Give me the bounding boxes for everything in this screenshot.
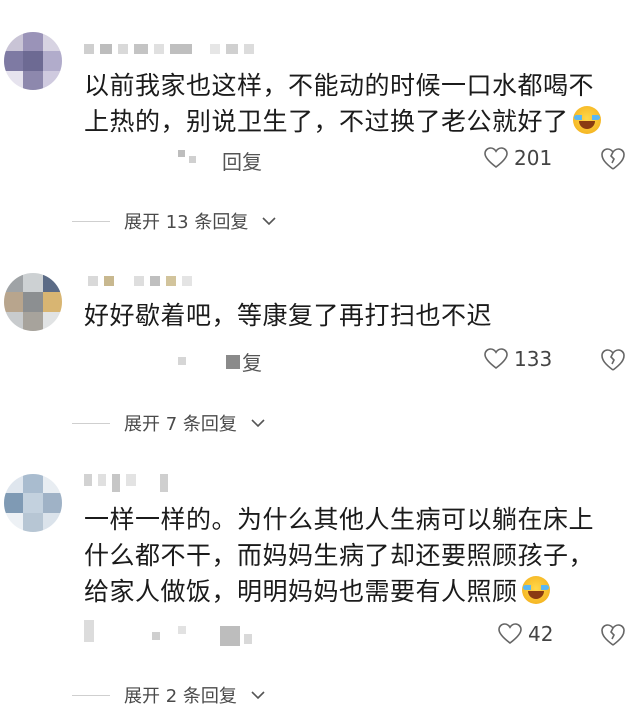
broken-heart-icon[interactable] [600,147,626,171]
like-button[interactable]: 42 [498,622,553,646]
like-count: 42 [528,622,554,646]
laughing-crying-emoji-icon [521,576,550,604]
like-count: 133 [514,347,553,371]
comment-item: 一样一样的。为什么其他人生病可以躺在床上什么都不干，而妈妈生病了却还要照顾孩子，… [0,450,640,707]
expand-replies[interactable]: 展开 13 条回复 [72,208,276,234]
username-pixelated[interactable] [84,474,168,492]
like-count: 201 [514,146,553,170]
divider-line [72,422,110,424]
timestamp-pixelated [178,150,196,163]
timestamp-pixelated [178,357,186,365]
heart-outline-icon [498,623,522,645]
comment-text-body: 一样一样的。为什么其他人生病可以躺在床上什么都不干，而妈妈生病了却还要照顾孩子，… [84,505,595,606]
heart-outline-icon [484,348,508,370]
comment-text: 好好歇着吧，等康复了再打扫也不迟 [84,298,614,334]
comment-text-body: 好好歇着吧，等康复了再打扫也不迟 [84,301,493,330]
username-pixelated[interactable] [88,276,192,286]
reply-pixelated [226,354,240,369]
chevron-down-icon [251,691,265,700]
username-pixelated[interactable] [84,44,254,54]
comment-item: 以前我家也这样，不能动的时候一口水都喝不上热的，别说卫生了，不过换了老公就好了 … [0,0,640,250]
expand-replies-label: 展开 13 条回复 [124,212,249,233]
expand-replies[interactable]: 展开 7 条回复 [72,410,265,436]
divider-line [72,220,110,222]
chevron-down-icon [262,217,276,226]
comment-text-body: 以前我家也这样，不能动的时候一口水都喝不上热的，别说卫生了，不过换了老公就好了 [84,71,595,136]
expand-replies[interactable]: 展开 2 条回复 [72,682,265,708]
avatar[interactable] [4,474,62,532]
reply-button[interactable]: 回复 [222,146,262,175]
broken-heart-icon[interactable] [600,623,626,647]
comment-text: 一样一样的。为什么其他人生病可以躺在床上什么都不干，而妈妈生病了却还要照顾孩子，… [84,502,594,610]
chevron-down-icon [251,419,265,428]
broken-heart-icon[interactable] [600,348,626,372]
avatar[interactable] [4,32,62,90]
comment-text: 以前我家也这样，不能动的时候一口水都喝不上热的，别说卫生了，不过换了老公就好了 [84,68,614,140]
reply-label: 复 [242,351,262,375]
avatar[interactable] [4,273,62,331]
like-button[interactable]: 201 [484,146,552,170]
reply-button[interactable]: 复 [226,347,262,376]
reply-pixelated[interactable] [152,626,252,646]
laughing-crying-emoji-icon [572,106,601,134]
reply-label: 回复 [222,150,262,174]
timestamp-pixelated [84,620,94,642]
like-button[interactable]: 133 [484,347,552,371]
expand-replies-label: 展开 7 条回复 [124,414,237,435]
comment-item: 好好歇着吧，等康复了再打扫也不迟 复 133 展开 7 条回复 [0,250,640,450]
expand-replies-label: 展开 2 条回复 [124,686,237,707]
heart-outline-icon [484,147,508,169]
divider-line [72,694,110,696]
